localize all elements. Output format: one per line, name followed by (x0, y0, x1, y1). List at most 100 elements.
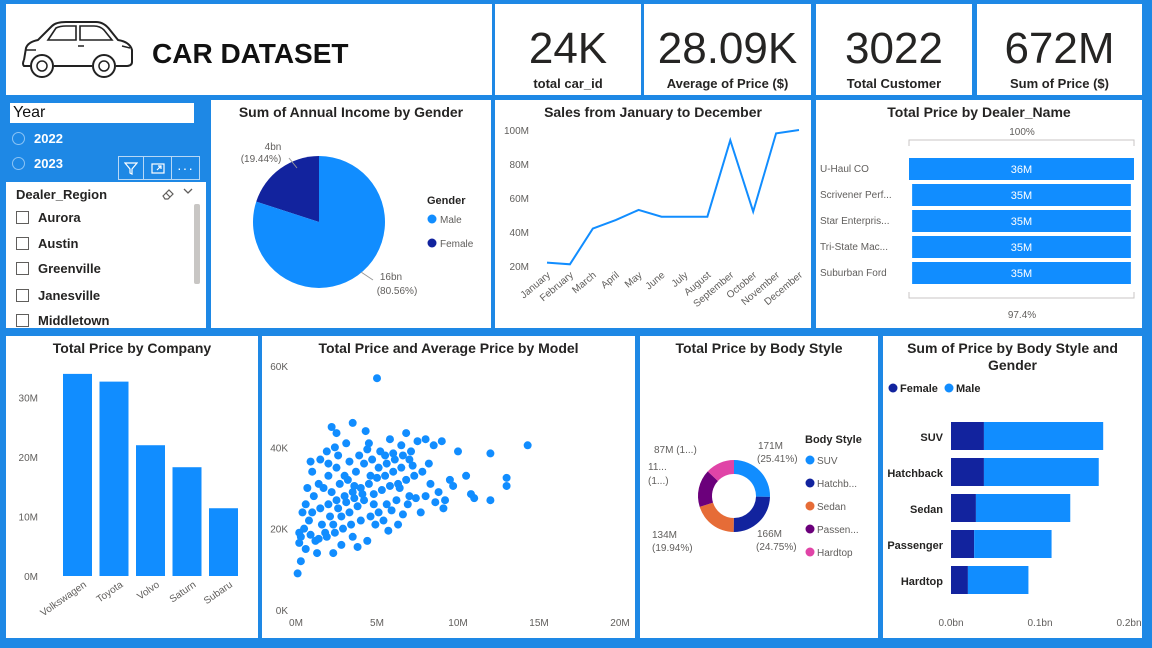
y-tick-label: 20M (19, 453, 38, 464)
scatter-point (382, 459, 391, 468)
scatter-point (385, 435, 394, 444)
kpi-value: 3022 (845, 24, 943, 73)
dealer-bar-chart: 100% U-Haul CO 36M Scrivener Perf... 35M Star… (820, 127, 1135, 321)
region-option-greenville[interactable]: Greenville (16, 261, 101, 276)
scatter-point (462, 471, 471, 480)
scatter-point (374, 463, 383, 472)
scatter-point (309, 492, 318, 501)
x-tick-label: April (599, 270, 621, 291)
region-option-austin[interactable]: Austin (16, 236, 78, 251)
x-tick-label: 5M (370, 618, 384, 629)
funnel-top-label: 100% (1009, 127, 1035, 138)
scatter-point (369, 500, 378, 509)
company-bar-chart: 0M 10M 20M 30M Volkswagen Toyota Volvo Saturn Su… (19, 373, 238, 619)
y-tick-label: 80M (510, 160, 529, 171)
scatter-point (358, 490, 367, 499)
region-option-middletown[interactable]: Middletown (16, 313, 110, 328)
legend-label: Sedan (817, 502, 846, 513)
dealer-bar-label: 35M (1011, 268, 1032, 280)
y-tick-label: 20M (510, 262, 529, 273)
kpi-label: total car_id (533, 76, 603, 91)
scatter-point (342, 498, 351, 507)
scatter-point (374, 508, 383, 517)
pie-data-label: (19.44%) (241, 154, 282, 165)
checkbox-icon (16, 262, 29, 275)
company-bar (99, 381, 129, 576)
scatter-point (308, 467, 317, 476)
legend-marker (888, 383, 898, 393)
dealer-bar-label: 36M (1011, 164, 1032, 176)
dealer-region-title: Dealer_Region (16, 187, 108, 202)
scatter-point (407, 447, 416, 456)
scatter-point (397, 463, 406, 472)
scatter-point (329, 520, 338, 529)
dealer-name-label: Tri-State Mac... (820, 242, 888, 253)
filter-icon[interactable] (118, 156, 144, 180)
legend-label: Hatchb... (817, 479, 857, 490)
dealer-name-label: Star Enterpris... (820, 216, 889, 227)
scatter-point (306, 530, 315, 539)
scatter-point (295, 538, 304, 547)
y-tick-label: 30M (19, 394, 38, 405)
x-tick-label: 0.2bn (1116, 618, 1141, 629)
scatter-point (351, 467, 360, 476)
scatter-point (337, 512, 346, 521)
y-tick-label: 10M (19, 513, 38, 524)
scatter-point (437, 437, 446, 446)
scatter-point (385, 481, 394, 490)
scatter-point (350, 481, 359, 490)
body-donut-tile: Total Price by Body Style 171M (25.41%) 16… (640, 336, 878, 638)
x-tick-label: 20M (610, 618, 629, 629)
focus-mode-icon[interactable] (144, 156, 172, 180)
scatter-point (343, 475, 352, 484)
radio-icon (12, 132, 25, 145)
category-label: Hardtop (901, 576, 943, 588)
scatter-point (348, 532, 357, 541)
scatter-point (377, 486, 386, 495)
y-tick-label: 60M (510, 194, 529, 205)
year-option-2022[interactable]: 2022 (12, 131, 63, 146)
x-tick-label: Saturn (168, 579, 198, 605)
legend-marker (805, 501, 815, 511)
stacked-bar-segment (974, 530, 1052, 558)
scatter-point (426, 479, 435, 488)
more-options-icon[interactable]: ··· (172, 156, 200, 180)
scatter-point (356, 516, 365, 525)
model-scatter-tile: Total Price and Average Price by Model 0… (262, 336, 635, 638)
pie-data-label: 4bn (265, 142, 282, 153)
scatter-point (454, 447, 462, 456)
scatter-point (403, 500, 412, 509)
chevron-down-icon[interactable] (182, 185, 194, 200)
donut-slice (734, 460, 770, 497)
sales-line-series (546, 129, 800, 266)
page-title: CAR DATASET (152, 38, 349, 69)
year-option-2023[interactable]: 2023 (12, 156, 63, 171)
legend-label: SUV (817, 456, 838, 467)
donut-data-label: (24.75%) (756, 542, 797, 553)
sales-line-tile: Sales from January to December 20M 40M 60M… (495, 100, 811, 328)
stacked-bar-segment (951, 494, 976, 522)
stacked-bar-segment (951, 458, 984, 486)
pie-data-label: 16bn (380, 272, 402, 283)
region-option-janesville[interactable]: Janesville (16, 288, 100, 303)
scatter-point (322, 532, 331, 541)
eraser-icon[interactable] (161, 187, 175, 206)
checkbox-icon (16, 211, 29, 224)
scatter-point (332, 463, 341, 472)
stacked-bar-segment (983, 422, 1104, 450)
region-option-aurora[interactable]: Aurora (16, 210, 81, 225)
kpi-label: Total Customer (846, 76, 942, 91)
slicer-scrollbar[interactable] (194, 204, 200, 284)
scatter-point (470, 494, 479, 503)
scatter-point (418, 467, 427, 476)
scatter-point (390, 455, 399, 464)
x-tick-label: 10M (448, 618, 467, 629)
region-option-label: Greenville (38, 261, 101, 276)
scatter-point (324, 459, 333, 468)
stacked-bar-segment (951, 566, 968, 594)
donut-data-label: (1...) (648, 476, 669, 487)
kpi-card-average-price: 28.09K Average of Price ($) (644, 4, 811, 95)
scatter-point (293, 569, 302, 578)
year-slicer-header[interactable]: Year (10, 103, 194, 123)
scatter-point (316, 504, 325, 513)
